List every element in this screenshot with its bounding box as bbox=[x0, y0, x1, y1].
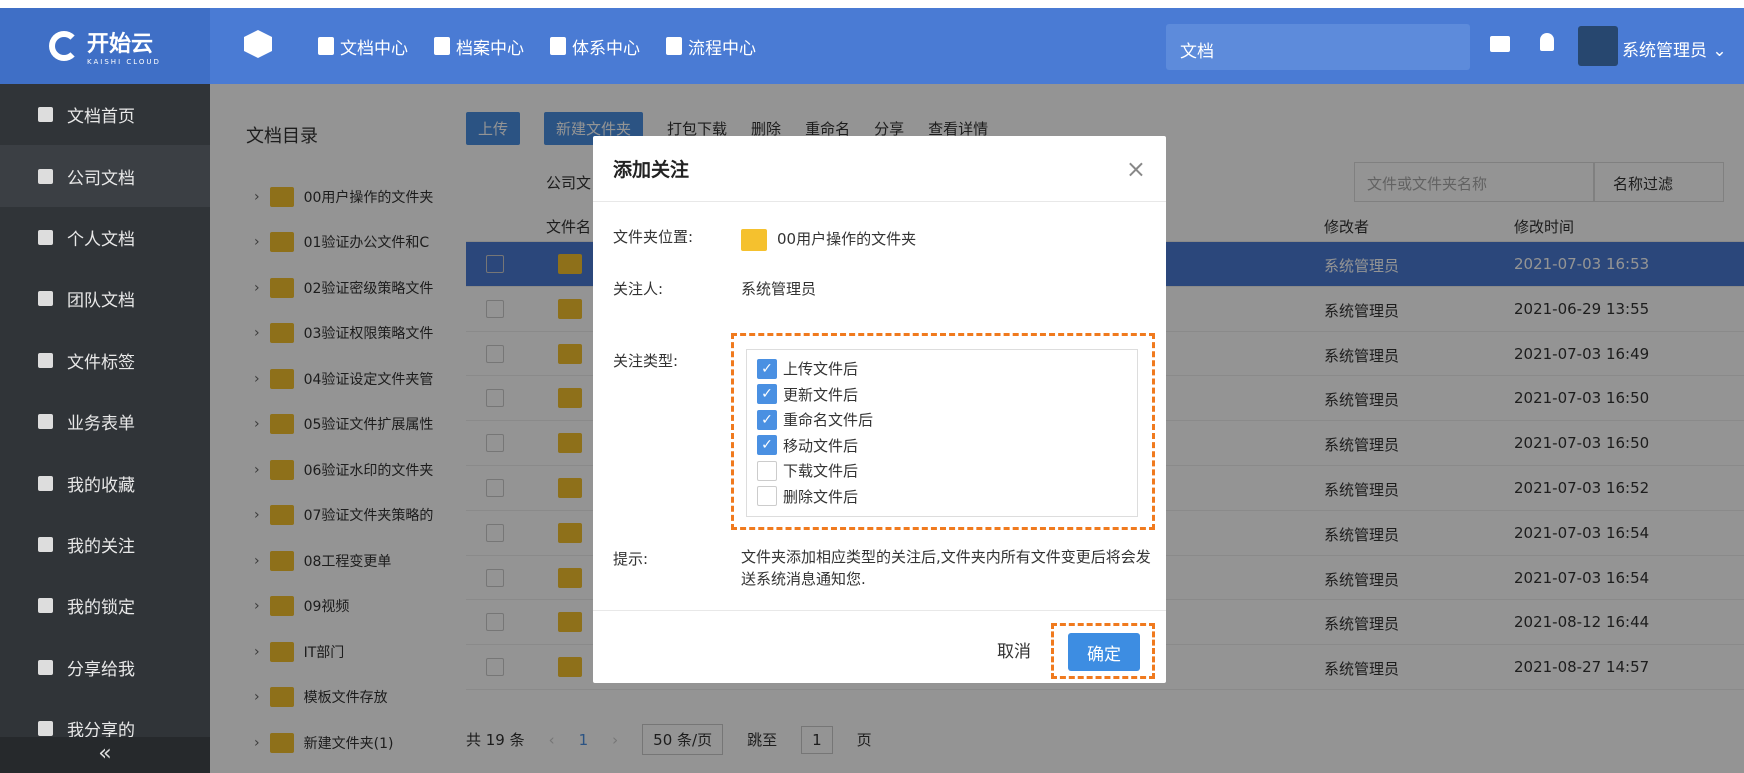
sidebar-item-personal-docs[interactable]: 个人文档 bbox=[0, 207, 210, 268]
nav-label: 档案中心 bbox=[456, 38, 524, 59]
close-icon[interactable]: × bbox=[1126, 155, 1146, 183]
follow-type-checkbox[interactable]: 下载文件后 bbox=[757, 458, 1127, 484]
location-value: 00用户操作的文件夹 bbox=[741, 228, 916, 251]
checkbox-icon[interactable]: ✓ bbox=[757, 358, 777, 379]
sidebar-item-shared-to-me[interactable]: 分享给我 bbox=[0, 637, 210, 698]
checkbox-label: 下载文件后 bbox=[783, 462, 859, 481]
sidebar-item-locked[interactable]: 我的锁定 bbox=[0, 575, 210, 636]
dialog-title: 添加关注 bbox=[613, 159, 690, 181]
dialog-header: 添加关注 × bbox=[593, 136, 1166, 202]
send-icon bbox=[38, 721, 53, 737]
layers-icon bbox=[550, 37, 566, 55]
follower-label: 关注人: bbox=[613, 280, 664, 298]
follow-type-list: ✓ 上传文件后 ✓ 更新文件后 ✓ 重命名文件后 ✓ 移动文件后下载文件后删除文件后 bbox=[746, 349, 1138, 517]
sidebar-item-label: 公司文档 bbox=[67, 168, 135, 189]
checkbox-label: 删除文件后 bbox=[783, 487, 859, 506]
nav-item-process[interactable]: 流程中心 bbox=[666, 34, 756, 59]
logo[interactable]: 开始云 KAISHI CLOUD bbox=[0, 8, 210, 84]
checkbox-icon[interactable] bbox=[757, 486, 777, 507]
home-icon bbox=[38, 107, 53, 123]
nav-item-system[interactable]: 体系中心 bbox=[550, 34, 640, 59]
checkbox-label: 重命名文件后 bbox=[783, 411, 874, 430]
user-name: 系统管理员 bbox=[1622, 41, 1707, 61]
type-label: 关注类型: bbox=[613, 352, 679, 370]
checkbox-icon[interactable] bbox=[757, 460, 777, 481]
avatar[interactable] bbox=[1578, 26, 1618, 66]
sidebar-item-label: 业务表单 bbox=[67, 414, 135, 435]
nav-item-docs[interactable]: 文档中心 bbox=[318, 34, 408, 59]
follower-value: 系统管理员 bbox=[741, 280, 817, 298]
follow-type-checkbox[interactable]: ✓ 移动文件后 bbox=[757, 433, 1127, 459]
document-icon bbox=[318, 37, 334, 55]
checkbox-icon[interactable]: ✓ bbox=[757, 409, 777, 430]
sidebar-item-label: 个人文档 bbox=[67, 229, 135, 250]
chevron-down-icon: ⌄ bbox=[1712, 41, 1727, 61]
sidebar-item-tags[interactable]: 文件标签 bbox=[0, 330, 210, 391]
logo-subtext: KAISHI CLOUD bbox=[87, 58, 161, 66]
confirm-button[interactable]: 确定 bbox=[1068, 633, 1140, 671]
sidebar-item-label: 文件标签 bbox=[67, 352, 135, 373]
location-label: 文件夹位置: bbox=[613, 228, 694, 246]
bell-icon[interactable] bbox=[1540, 33, 1554, 51]
globe-icon bbox=[38, 414, 53, 430]
follow-type-checkbox[interactable]: ✓ 上传文件后 bbox=[757, 356, 1127, 382]
checkbox-label: 更新文件后 bbox=[783, 385, 859, 404]
folder-icon[interactable] bbox=[1490, 36, 1510, 52]
checkbox-label: 上传文件后 bbox=[783, 360, 859, 379]
sidebar-item-label: 分享给我 bbox=[67, 659, 135, 680]
sidebar-item-label: 文档首页 bbox=[67, 107, 135, 128]
lock-icon bbox=[38, 598, 53, 614]
nav-label: 文档中心 bbox=[340, 38, 408, 59]
follow-type-checkbox[interactable]: ✓ 重命名文件后 bbox=[757, 407, 1127, 433]
cancel-button[interactable]: 取消 bbox=[997, 637, 1031, 662]
team-icon bbox=[38, 291, 53, 307]
sidebar-item-home[interactable]: 文档首页 bbox=[0, 84, 210, 145]
top-search-input[interactable]: 文档 bbox=[1166, 24, 1470, 70]
sidebar-item-label: 我的关注 bbox=[67, 536, 135, 557]
sidebar-item-team-docs[interactable]: 团队文档 bbox=[0, 268, 210, 329]
hint-text: 文件夹添加相应类型的关注后,文件夹内所有文件变更后将会发送系统消息通知您. bbox=[741, 548, 1151, 588]
sidebar-item-label: 团队文档 bbox=[67, 291, 135, 312]
location-text: 00用户操作的文件夹 bbox=[777, 230, 917, 248]
top-nav: 文档中心 档案中心 体系中心 流程中心 bbox=[318, 8, 756, 84]
nav-label: 体系中心 bbox=[572, 38, 640, 59]
user-menu[interactable]: 系统管理员 ⌄ bbox=[1622, 36, 1727, 61]
tag-icon bbox=[38, 352, 53, 368]
heart-icon bbox=[38, 536, 53, 552]
sidebar-item-label: 我的收藏 bbox=[67, 475, 135, 496]
follow-type-checkbox[interactable]: ✓ 更新文件后 bbox=[757, 382, 1127, 408]
add-follow-dialog: 添加关注 × 文件夹位置: 00用户操作的文件夹 关注人: 系统管理员 关注类型… bbox=[593, 136, 1166, 683]
sidebar-item-forms[interactable]: 业务表单 bbox=[0, 391, 210, 452]
top-bar: 开始云 KAISHI CLOUD 文档中心 档案中心 体系中心 流程中心 文档 系… bbox=[0, 8, 1744, 84]
share-icon bbox=[38, 659, 53, 675]
sidebar-item-follows[interactable]: 我的关注 bbox=[0, 514, 210, 575]
list-icon bbox=[38, 168, 53, 184]
sidebar-item-label: 我的锁定 bbox=[67, 598, 135, 619]
dialog-footer: 取消 确定 bbox=[593, 610, 1166, 683]
sidebar-item-company-docs[interactable]: 公司文档 bbox=[0, 145, 210, 207]
checkbox-icon[interactable]: ✓ bbox=[757, 384, 777, 405]
sidebar-item-favorites[interactable]: 我的收藏 bbox=[0, 452, 210, 513]
process-icon bbox=[666, 37, 682, 55]
follow-type-checkbox[interactable]: 删除文件后 bbox=[757, 484, 1127, 510]
star-icon bbox=[38, 475, 53, 491]
sidebar: 文档首页 公司文档 个人文档 团队文档 文件标签 业务表单 我的收藏 我的关注 … bbox=[0, 84, 210, 773]
checkbox-icon[interactable]: ✓ bbox=[757, 435, 777, 456]
card-icon bbox=[38, 229, 53, 245]
nav-item-archive[interactable]: 档案中心 bbox=[434, 34, 524, 59]
logo-text: 开始云 bbox=[87, 32, 154, 57]
logo-icon bbox=[49, 31, 80, 61]
folder-icon bbox=[741, 228, 767, 251]
sidebar-collapse-button[interactable]: « bbox=[0, 737, 210, 773]
hint-label: 提示: bbox=[613, 550, 649, 568]
nav-label: 流程中心 bbox=[688, 38, 756, 59]
cube-icon[interactable] bbox=[244, 30, 272, 58]
archive-icon bbox=[434, 37, 450, 55]
checkbox-label: 移动文件后 bbox=[783, 436, 859, 455]
